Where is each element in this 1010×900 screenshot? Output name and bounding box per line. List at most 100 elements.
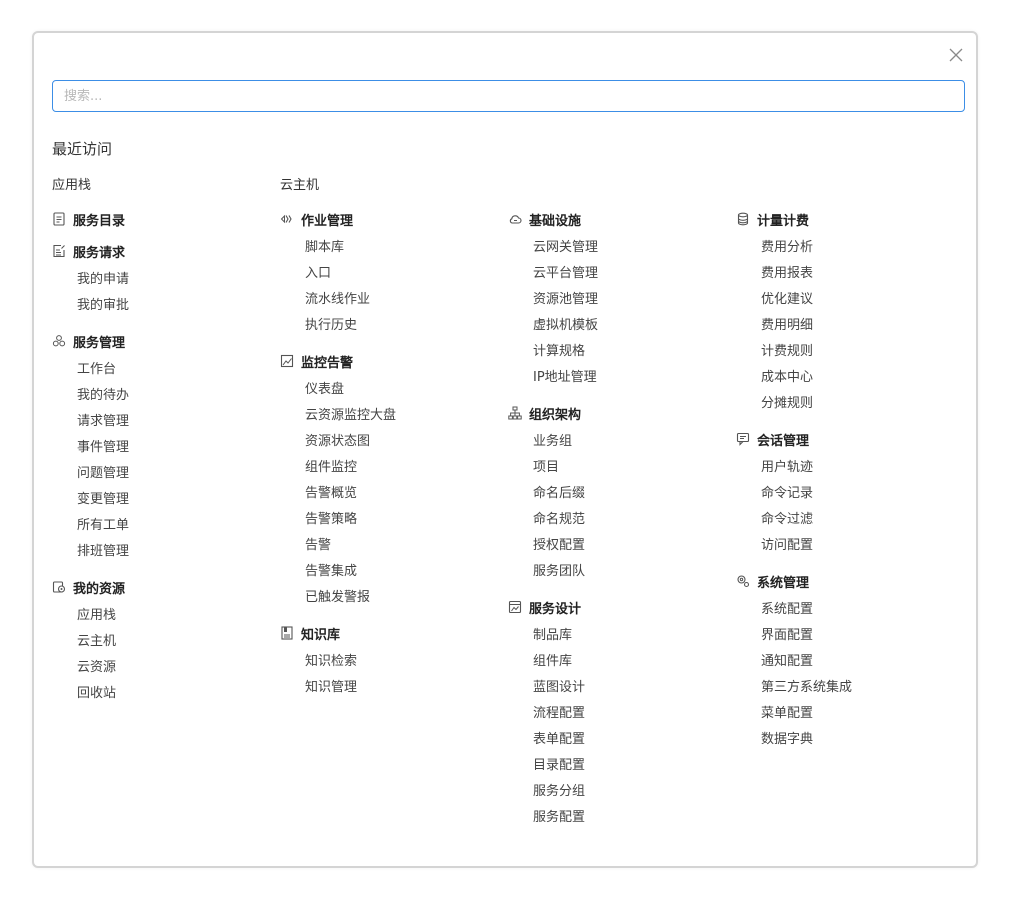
menu-group-header[interactable]: 我的资源 bbox=[52, 577, 272, 597]
menu-link[interactable]: 蓝图设计 bbox=[508, 675, 728, 701]
menu-link[interactable]: 系统配置 bbox=[736, 597, 956, 623]
menu-group-title: 服务请求 bbox=[73, 245, 126, 261]
menu-link[interactable]: 费用明细 bbox=[736, 313, 956, 339]
menu-link[interactable]: 告警策略 bbox=[280, 507, 500, 533]
menu-link[interactable]: 问题管理 bbox=[52, 461, 272, 487]
design-icon bbox=[508, 600, 522, 614]
menu-link[interactable]: 访问配置 bbox=[736, 533, 956, 559]
menu-link[interactable]: 我的待办 bbox=[52, 383, 272, 409]
menu-group-header[interactable]: 计量计费 bbox=[736, 209, 956, 229]
menu-column-3: 基础设施云网关管理 云平台管理 资源池管理 虚拟机模板 计算规格 IP地址管理组织架构业务… bbox=[508, 209, 728, 843]
menu-link[interactable]: 成本中心 bbox=[736, 365, 956, 391]
menu-link[interactable]: 业务组 bbox=[508, 429, 728, 455]
book-icon bbox=[280, 626, 294, 640]
menu-link[interactable]: 资源状态图 bbox=[280, 429, 500, 455]
menu-link[interactable]: 请求管理 bbox=[52, 409, 272, 435]
job-icon bbox=[280, 212, 294, 226]
menu-group-header[interactable]: 系统管理 bbox=[736, 571, 956, 591]
menu-link[interactable]: 资源池管理 bbox=[508, 287, 728, 313]
menu-link[interactable]: 费用分析 bbox=[736, 235, 956, 261]
menu-link[interactable]: 虚拟机模板 bbox=[508, 313, 728, 339]
menu-link[interactable]: 回收站 bbox=[52, 681, 272, 707]
menu-group: 服务目录 bbox=[52, 209, 272, 229]
menu-link[interactable]: 组件库 bbox=[508, 649, 728, 675]
menu-link[interactable]: 告警集成 bbox=[280, 559, 500, 585]
menu-link[interactable]: 所有工单 bbox=[52, 513, 272, 539]
menu-link[interactable]: 服务配置 bbox=[508, 805, 728, 831]
menu-link[interactable]: 云网关管理 bbox=[508, 235, 728, 261]
menu-link[interactable]: 知识检索 bbox=[280, 649, 500, 675]
menu-link[interactable]: 计费规则 bbox=[736, 339, 956, 365]
menu-link[interactable]: 仪表盘 bbox=[280, 377, 500, 403]
menu-group: 组织架构业务组 项目 命名后缀 命名规范 授权配置 服务团队 bbox=[508, 403, 728, 585]
menu-link[interactable]: 服务团队 bbox=[508, 559, 728, 585]
menu-link[interactable]: 脚本库 bbox=[280, 235, 500, 261]
menu-link[interactable]: 执行历史 bbox=[280, 313, 500, 339]
search-input[interactable] bbox=[52, 80, 965, 112]
menu-group-header[interactable]: 会话管理 bbox=[736, 429, 956, 449]
menu-link[interactable]: 云资源 bbox=[52, 655, 272, 681]
menu-link[interactable]: 项目 bbox=[508, 455, 728, 481]
menu-link[interactable]: 目录配置 bbox=[508, 753, 728, 779]
menu-group-header[interactable]: 监控告警 bbox=[280, 351, 500, 371]
menu-link[interactable]: 数据字典 bbox=[736, 727, 956, 753]
menu-link[interactable]: 工作台 bbox=[52, 357, 272, 383]
menu-group-header[interactable]: 服务请求 bbox=[52, 241, 272, 261]
menu-link[interactable]: 费用报表 bbox=[736, 261, 956, 287]
menu-link[interactable]: 事件管理 bbox=[52, 435, 272, 461]
menu-group-header[interactable]: 基础设施 bbox=[508, 209, 728, 229]
menu-link[interactable]: 通知配置 bbox=[736, 649, 956, 675]
recent-item-app-stack[interactable]: 应用栈 bbox=[52, 174, 91, 193]
menu-link[interactable]: 云平台管理 bbox=[508, 261, 728, 287]
menu-link[interactable]: 第三方系统集成 bbox=[736, 675, 956, 701]
menu-link[interactable]: 知识管理 bbox=[280, 675, 500, 701]
menu-group-header[interactable]: 服务管理 bbox=[52, 331, 272, 351]
chart-icon bbox=[280, 354, 294, 368]
menu-link[interactable]: 服务分组 bbox=[508, 779, 728, 805]
menu-column-1: 服务目录服务请求我的申请 我的审批服务管理工作台 我的待办 请求管理 事件管理 问题管理变… bbox=[52, 209, 272, 719]
menu-link[interactable]: 分摊规则 bbox=[736, 391, 956, 417]
menu-link[interactable]: 已触发警报 bbox=[280, 585, 500, 611]
menu-link[interactable]: 我的审批 bbox=[52, 293, 272, 319]
menu-link[interactable]: 告警概览 bbox=[280, 481, 500, 507]
menu-link[interactable]: 云主机 bbox=[52, 629, 272, 655]
menu-group-title: 会话管理 bbox=[757, 433, 810, 449]
menu-link[interactable]: 用户轨迹 bbox=[736, 455, 956, 481]
menu-link[interactable]: 命令记录 bbox=[736, 481, 956, 507]
menu-group-header[interactable]: 服务设计 bbox=[508, 597, 728, 617]
recent-title: 最近访问 bbox=[52, 140, 113, 158]
menu-link[interactable]: 菜单配置 bbox=[736, 701, 956, 727]
menu-link[interactable]: 界面配置 bbox=[736, 623, 956, 649]
menu-link[interactable]: 命名规范 bbox=[508, 507, 728, 533]
menu-link[interactable]: 授权配置 bbox=[508, 533, 728, 559]
menu-link[interactable]: 组件监控 bbox=[280, 455, 500, 481]
menu-group-title: 作业管理 bbox=[301, 213, 354, 229]
menu-group-header[interactable]: 知识库 bbox=[280, 623, 500, 643]
menu-link[interactable]: 计算规格 bbox=[508, 339, 728, 365]
menu-link[interactable]: 应用栈 bbox=[52, 603, 272, 629]
close-icon[interactable] bbox=[946, 45, 966, 65]
menu-group-header[interactable]: 服务目录 bbox=[52, 209, 272, 229]
menu-link[interactable]: IP地址管理 bbox=[508, 365, 728, 391]
cloud-icon bbox=[508, 212, 522, 226]
menu-link[interactable]: 告警 bbox=[280, 533, 500, 559]
menu-link[interactable]: 入口 bbox=[280, 261, 500, 287]
recent-item-cloud-host[interactable]: 云主机 bbox=[280, 174, 319, 193]
menu-link[interactable]: 云资源监控大盘 bbox=[280, 403, 500, 429]
menu-group: 知识库知识检索 知识管理 bbox=[280, 623, 500, 701]
menu-group: 服务管理工作台 我的待办 请求管理 事件管理 问题管理 变更管理 所有工单 排班管理 bbox=[52, 331, 272, 565]
menu-link[interactable]: 我的申请 bbox=[52, 267, 272, 293]
menu-link[interactable]: 制品库 bbox=[508, 623, 728, 649]
menu-link[interactable]: 变更管理 bbox=[52, 487, 272, 513]
menu-link[interactable]: 命名后缀 bbox=[508, 481, 728, 507]
menu-link[interactable]: 排班管理 bbox=[52, 539, 272, 565]
menu-link[interactable]: 流程配置 bbox=[508, 701, 728, 727]
menu-link[interactable]: 表单配置 bbox=[508, 727, 728, 753]
menu-link[interactable]: 流水线作业 bbox=[280, 287, 500, 313]
menu-group-header[interactable]: 组织架构 bbox=[508, 403, 728, 423]
menu-link[interactable]: 优化建议 bbox=[736, 287, 956, 313]
menu-group-title: 知识库 bbox=[301, 627, 341, 643]
menu-link[interactable]: 命令过滤 bbox=[736, 507, 956, 533]
menu-group: 会话管理用户轨迹 命令记录 命令过滤 访问配置 bbox=[736, 429, 956, 559]
menu-group-header[interactable]: 作业管理 bbox=[280, 209, 500, 229]
